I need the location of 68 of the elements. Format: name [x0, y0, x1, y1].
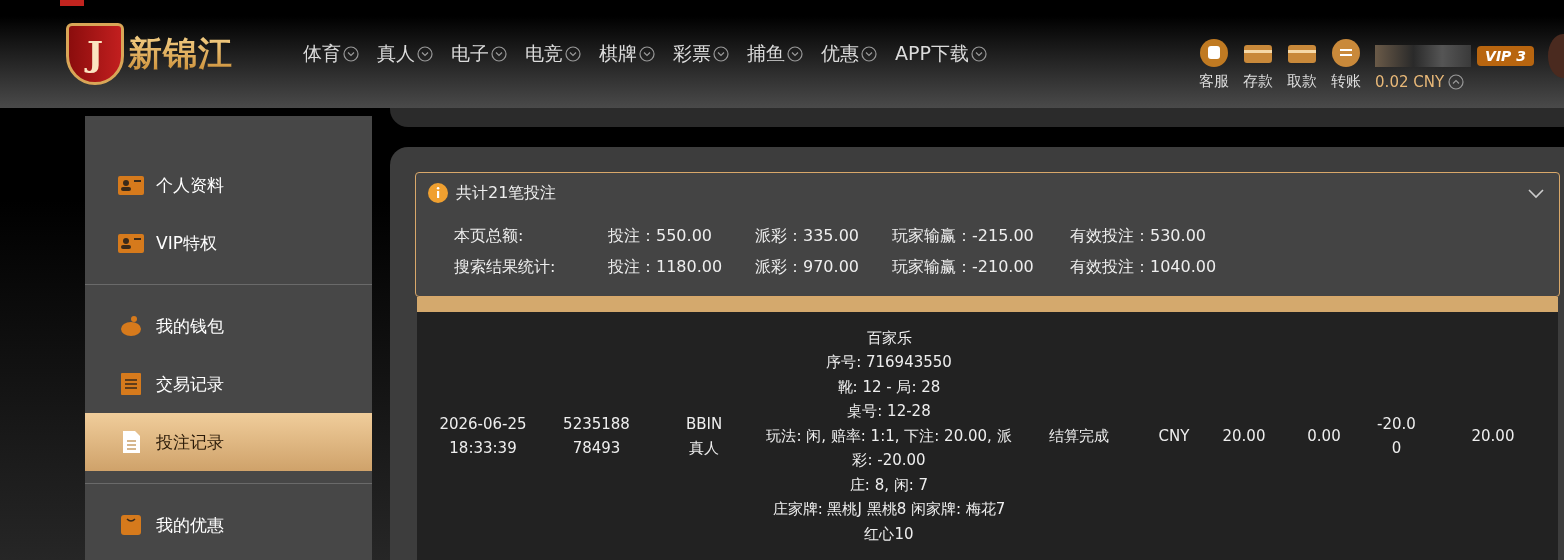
list-icon	[118, 373, 144, 395]
chevron-down-icon	[970, 46, 987, 62]
header-action[interactable]: 客服	[1199, 37, 1230, 91]
coin-icon	[1331, 37, 1362, 68]
nav-item[interactable]: 彩票	[673, 41, 729, 67]
sidebar-item[interactable]: 投注记录	[85, 413, 372, 471]
nav-item[interactable]: 电竞	[525, 41, 581, 67]
chevron-down-icon	[565, 46, 581, 62]
summary-stat: 玩家输赢：-210.00	[892, 255, 1035, 278]
bet-detail-line: 百家乐	[866, 327, 912, 349]
summary-stat: 有效投注：530.00	[1070, 224, 1207, 247]
nav-item[interactable]: 棋牌	[599, 41, 655, 67]
sidebar-item[interactable]: 我的钱包	[85, 297, 372, 355]
sidebar-item[interactable]: 交易记录	[85, 355, 372, 413]
vip-badge: VIP 3	[1477, 45, 1534, 66]
table-cell-text: 2026-06-25 18:33:39	[438, 413, 528, 459]
sidebar-item[interactable]: 我的优惠	[85, 496, 372, 554]
id-card-icon	[118, 232, 144, 254]
chevron-down-icon[interactable]	[1527, 187, 1545, 199]
summary-label: 本页总额:	[454, 224, 525, 247]
table-cell-text: 0.00	[1307, 425, 1341, 447]
bet-detail-line: 靴: 12 - 局: 28	[837, 376, 941, 398]
piggy-bank-icon	[118, 315, 144, 337]
table-cell-text: -20.00	[1376, 413, 1417, 459]
chevron-down-icon	[639, 46, 655, 62]
summary-stat: 玩家输赢：-215.00	[892, 224, 1035, 247]
chat-icon	[1199, 37, 1230, 68]
chevron-up-icon	[1448, 73, 1465, 90]
info-icon	[428, 183, 448, 203]
bet-detail-line: 庄: 8, 闲: 7	[849, 474, 929, 496]
logo-crest: J	[66, 23, 124, 85]
bet-detail-line: 玩法: 闲, 赔率: 1:1, 下注: 20.00, 派彩: -20.00	[765, 425, 1013, 471]
summary-stat: 派彩：970.00	[755, 255, 860, 278]
balance-link[interactable]: 0.02 CNY	[1375, 72, 1534, 91]
nav-item[interactable]: 体育	[303, 41, 359, 67]
sidebar-item[interactable]: VIP特权	[85, 214, 372, 272]
header-action[interactable]: 取款	[1287, 37, 1318, 91]
summary-stat: 有效投注：1040.00	[1070, 255, 1218, 278]
bet-detail-line: 桌号: 12-28	[847, 401, 931, 422]
table-cell-text: 20.00	[1222, 425, 1266, 447]
table-cell-text: BBIN 真人	[684, 413, 724, 459]
table-cell-text: 结算完成	[1049, 425, 1109, 447]
chevron-down-icon	[713, 46, 729, 62]
chevron-down-icon	[787, 46, 803, 62]
bag-icon	[118, 514, 144, 536]
chevron-down-icon	[343, 46, 359, 62]
nav-item[interactable]: 真人	[377, 41, 433, 67]
table-cell-text: CNY	[1158, 425, 1190, 447]
table-cell-text: 20.00	[1471, 425, 1515, 447]
summary-stat: 投注：550.00	[608, 224, 713, 247]
header-action[interactable]: 转账	[1331, 37, 1362, 91]
table-cell-text: 523518878493	[562, 413, 631, 459]
chevron-down-icon	[861, 46, 877, 62]
nav-item[interactable]: 优惠	[821, 41, 877, 67]
summary-title: 共计21笔投注	[456, 182, 557, 204]
nav-item[interactable]: 捕鱼	[747, 41, 803, 67]
chevron-down-icon	[491, 46, 507, 62]
summary-label: 搜索结果统计:	[454, 255, 557, 278]
bet-detail-line: 庄家牌: 黑桃J 黑桃8 闲家牌: 梅花7 红心10	[771, 499, 1007, 545]
chevron-down-icon	[417, 46, 433, 62]
summary-stat: 投注：1180.00	[608, 255, 724, 278]
nav-item[interactable]: 电子	[451, 41, 507, 67]
summary-stat: 派彩：335.00	[755, 224, 860, 247]
sidebar-item[interactable]: 个人资料	[85, 156, 372, 214]
nav-item[interactable]: APP下载	[895, 41, 987, 67]
header-action[interactable]: 存款	[1243, 37, 1274, 91]
bet-detail-line: 序号: 716943550	[826, 352, 952, 373]
id-card-icon	[118, 174, 144, 196]
